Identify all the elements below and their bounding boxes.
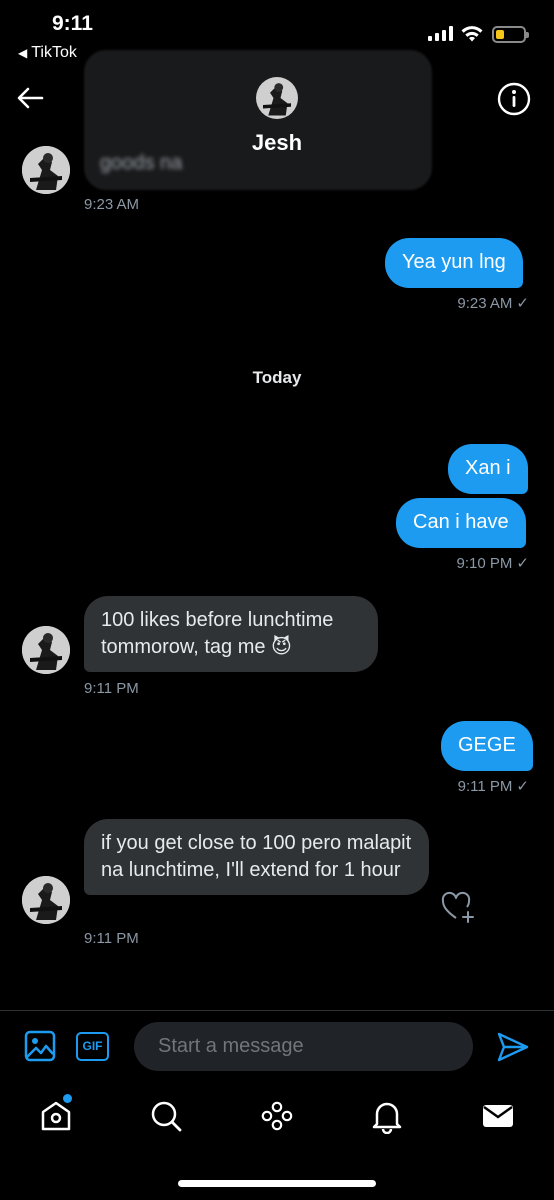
messages-icon[interactable] — [480, 1098, 516, 1134]
gif-button[interactable]: GIF — [76, 1032, 109, 1061]
spaces-icon[interactable] — [259, 1098, 295, 1134]
composer-divider — [0, 1010, 554, 1011]
incoming-message[interactable]: if you get close to 100 pero malapit na … — [84, 819, 429, 895]
back-arrow-icon[interactable] — [16, 84, 44, 112]
outgoing-message[interactable]: Yea yun lng — [385, 238, 523, 288]
cellular-signal-icon — [428, 26, 453, 41]
message-timestamp: 9:11 PM ✓ — [457, 778, 529, 795]
outgoing-message[interactable]: Xan i — [448, 444, 528, 494]
avatar[interactable] — [22, 876, 70, 924]
conversation-title[interactable]: Jesh — [0, 130, 554, 156]
heart-add-reaction-icon[interactable] — [440, 890, 476, 924]
send-icon[interactable] — [496, 1030, 530, 1064]
image-icon[interactable] — [24, 1030, 56, 1062]
day-separator: Today — [252, 368, 302, 387]
outgoing-message[interactable]: Can i have — [396, 498, 526, 548]
read-check-icon: ✓ — [516, 555, 529, 572]
avatar[interactable] — [22, 626, 70, 674]
info-icon[interactable] — [497, 82, 531, 116]
back-app-label: TikTok — [31, 44, 77, 61]
message-timestamp: 9:11 PM — [84, 680, 139, 697]
notifications-icon[interactable] — [369, 1098, 405, 1134]
message-timestamp: 9:23 AM ✓ — [457, 295, 529, 312]
status-time: 9:11 — [52, 12, 93, 35]
back-to-app-link[interactable]: ◀ TikTok — [18, 44, 77, 62]
message-timestamp: 9:11 PM — [84, 930, 139, 947]
search-icon[interactable] — [148, 1098, 184, 1134]
header-avatar[interactable] — [256, 77, 298, 119]
battery-icon — [492, 26, 529, 43]
home-indicator — [178, 1180, 376, 1187]
message-input[interactable] — [134, 1022, 473, 1071]
home-icon[interactable] — [38, 1098, 74, 1134]
wifi-icon — [461, 26, 483, 42]
read-check-icon: ✓ — [516, 778, 529, 795]
outgoing-message[interactable]: GEGE — [441, 721, 533, 771]
incoming-message[interactable]: 100 likes before lunchtime tommorow, tag… — [84, 596, 378, 672]
message-timestamp: 9:23 AM — [84, 196, 140, 213]
message-timestamp: 9:10 PM ✓ — [456, 555, 529, 572]
notification-dot — [63, 1094, 72, 1103]
read-check-icon: ✓ — [516, 295, 529, 312]
back-app-icon: ◀ — [18, 46, 28, 60]
